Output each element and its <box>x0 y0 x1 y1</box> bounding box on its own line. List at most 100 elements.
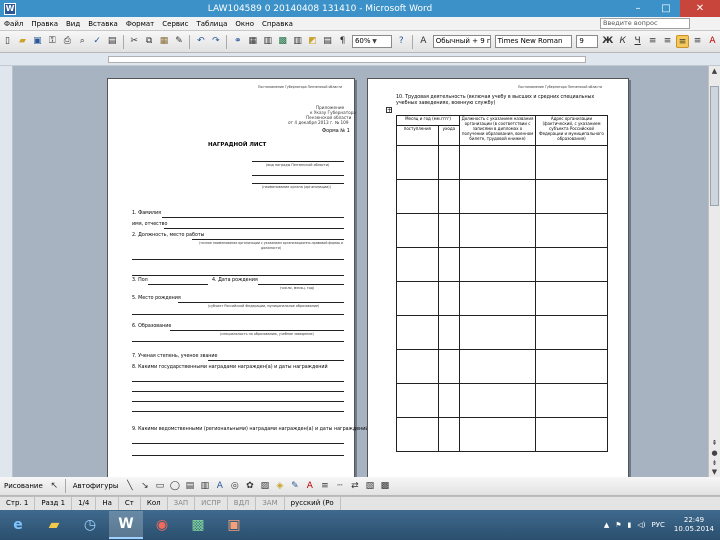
spelling-icon[interactable]: ✓ <box>91 35 104 48</box>
dash-style-icon[interactable]: ┄ <box>333 480 346 493</box>
bold-button[interactable]: Ж <box>601 35 614 48</box>
ruler-track[interactable] <box>108 56 586 63</box>
outlook-icon[interactable]: ◷ <box>73 511 107 539</box>
status-record[interactable]: ЗАП <box>168 497 196 510</box>
underline-button[interactable]: Ч <box>631 35 644 48</box>
font-select[interactable]: Times New Roman <box>494 35 573 48</box>
drawing-icon[interactable]: ◩ <box>306 35 319 48</box>
wordart-icon[interactable]: A <box>213 480 226 493</box>
oval-icon[interactable]: ◯ <box>168 480 181 493</box>
arrow-icon[interactable]: ↘ <box>138 480 151 493</box>
shadow-icon[interactable]: ▧ <box>363 480 376 493</box>
table-row[interactable] <box>396 179 608 214</box>
document-workspace[interactable]: Постановление Губернатора Пензенской обл… <box>13 66 708 477</box>
insert-table-icon[interactable]: ▥ <box>261 35 274 48</box>
table-row[interactable] <box>396 213 608 248</box>
vertical-scrollbar[interactable]: ▲ ⇞ ● ⇟ ▼ <box>708 66 720 477</box>
help-icon[interactable]: ? <box>395 35 408 48</box>
status-extend[interactable]: ВДЛ <box>228 497 257 510</box>
font-size-select[interactable]: 9 <box>576 35 599 48</box>
table-move-handle-icon[interactable]: + <box>386 107 392 114</box>
vertical-ruler[interactable] <box>0 66 13 477</box>
align-right-icon[interactable]: ≡ <box>676 35 689 48</box>
menu-item-format[interactable]: Формат <box>122 20 158 28</box>
document-page-2[interactable]: Постановление Губернатора Пензенской обл… <box>367 78 629 477</box>
table-row[interactable] <box>396 349 608 384</box>
research-icon[interactable]: ▤ <box>106 35 119 48</box>
volume-icon[interactable]: ◁) <box>637 521 645 529</box>
show-hide-icon[interactable]: ¶ <box>336 35 349 48</box>
paste-icon[interactable]: ▦ <box>158 35 171 48</box>
table-row[interactable] <box>396 281 608 316</box>
cut-icon[interactable]: ✂ <box>128 35 141 48</box>
document-page-1[interactable]: Постановление Губернатора Пензенской обл… <box>107 78 369 477</box>
vertical-textbox-icon[interactable]: ▥ <box>198 480 211 493</box>
zoom-select[interactable]: 60% ▼ <box>351 35 392 48</box>
menu-item-insert[interactable]: Вставка <box>84 20 122 28</box>
draw-menu-button[interactable]: Рисование <box>0 482 47 490</box>
print-icon[interactable]: ⎙ <box>61 35 74 48</box>
menu-item-help[interactable]: Справка <box>258 20 297 28</box>
fill-color-icon[interactable]: ◈ <box>273 480 286 493</box>
copy-icon[interactable]: ⧉ <box>143 35 156 48</box>
horizontal-ruler[interactable] <box>0 53 720 66</box>
excel-icon[interactable]: ▩ <box>181 511 215 539</box>
autoshapes-menu-button[interactable]: Автофигуры <box>69 482 123 490</box>
3d-icon[interactable]: ▩ <box>378 480 391 493</box>
browse-object-icon[interactable]: ● <box>709 448 720 458</box>
italic-button[interactable]: К <box>616 35 629 48</box>
table-row[interactable] <box>396 315 608 350</box>
employment-table[interactable]: Месяц и год (мм.гггг) Должность с указан… <box>396 115 608 452</box>
table-row[interactable] <box>396 247 608 282</box>
style-select[interactable]: Обычный + 9 пт, Г <box>432 35 491 48</box>
clock[interactable]: 22:49 10.05.2014 <box>674 516 714 534</box>
styles-pane-icon[interactable]: A <box>417 35 430 48</box>
previous-page-icon[interactable]: ⇞ <box>709 438 720 448</box>
font-color-draw-icon[interactable]: A <box>303 480 316 493</box>
open-folder-icon[interactable]: ▰ <box>16 35 29 48</box>
picture-icon[interactable]: ▨ <box>258 480 271 493</box>
print-preview-icon[interactable]: ⌕ <box>76 35 89 48</box>
maximize-button[interactable]: □ <box>652 0 680 17</box>
tray-arrow-icon[interactable]: ▲ <box>604 521 609 529</box>
permission-icon[interactable]: ⚿ <box>46 35 59 48</box>
minimize-button[interactable]: – <box>624 0 652 17</box>
scroll-down-icon[interactable]: ▼ <box>709 467 720 477</box>
menu-item-file[interactable]: Файл <box>0 20 27 28</box>
status-track-changes[interactable]: ИСПР <box>195 497 228 510</box>
save-icon[interactable]: ▣ <box>31 35 44 48</box>
word-app-icon[interactable]: W <box>4 2 16 15</box>
status-overtype[interactable]: ЗАМ <box>256 497 285 510</box>
insert-excel-icon[interactable]: ▩ <box>276 35 289 48</box>
justify-icon[interactable]: ≡ <box>691 35 704 48</box>
select-objects-icon[interactable]: ↖ <box>48 480 61 493</box>
clipart-icon[interactable]: ✿ <box>243 480 256 493</box>
font-color-icon[interactable]: A <box>706 35 719 48</box>
new-document-icon[interactable]: ▯ <box>1 35 14 48</box>
help-question-input[interactable]: Введите вопрос <box>600 18 690 29</box>
hyperlink-icon[interactable]: ⚭ <box>231 35 244 48</box>
diagram-icon[interactable]: ◎ <box>228 480 241 493</box>
network-icon[interactable]: ▮ <box>628 521 632 529</box>
line-icon[interactable]: ╲ <box>123 480 136 493</box>
tables-borders-icon[interactable]: ▦ <box>246 35 259 48</box>
line-style-icon[interactable]: ≡ <box>318 480 331 493</box>
flag-icon[interactable]: ⚑ <box>615 521 621 529</box>
align-center-icon[interactable]: ≡ <box>661 35 674 48</box>
redo-icon[interactable]: ↷ <box>209 35 222 48</box>
format-painter-icon[interactable]: ✎ <box>172 35 185 48</box>
powerpoint-icon[interactable]: ▣ <box>217 511 251 539</box>
undo-icon[interactable]: ↶ <box>194 35 207 48</box>
scroll-up-icon[interactable]: ▲ <box>709 66 720 76</box>
menu-item-tools[interactable]: Сервис <box>158 20 192 28</box>
menu-item-edit[interactable]: Правка <box>27 20 62 28</box>
table-row[interactable] <box>396 417 608 452</box>
file-explorer-icon[interactable]: ▰ <box>37 511 71 539</box>
table-row[interactable] <box>396 383 608 418</box>
align-left-icon[interactable]: ≡ <box>646 35 659 48</box>
arrow-style-icon[interactable]: ⇄ <box>348 480 361 493</box>
menu-item-view[interactable]: Вид <box>62 20 84 28</box>
scrollbar-thumb[interactable] <box>710 86 719 206</box>
chrome-icon[interactable]: ◉ <box>145 511 179 539</box>
document-map-icon[interactable]: ▤ <box>321 35 334 48</box>
